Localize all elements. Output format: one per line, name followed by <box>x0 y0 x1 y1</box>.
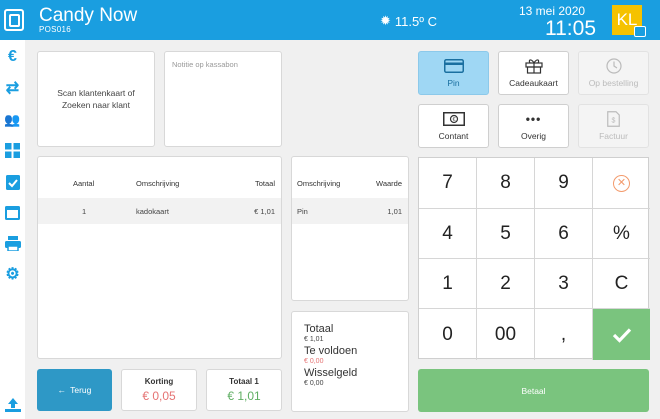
key-00[interactable]: 00 <box>477 309 535 360</box>
settings-icon[interactable]: ⚙ <box>3 264 22 283</box>
col-header-value: Waarde <box>376 179 402 188</box>
note-placeholder: Notitie op kassabon <box>172 60 238 69</box>
pay-method-giftcard-button[interactable]: Cadeaukaart <box>498 51 569 95</box>
date: 13 mei 2020 <box>519 4 586 18</box>
app-title: Candy Now <box>39 5 138 26</box>
key-9[interactable]: 9 <box>535 158 593 209</box>
clipboard-check-icon[interactable] <box>3 172 22 191</box>
discount-box[interactable]: Korting € 0,05 <box>121 369 197 411</box>
lock-icon <box>634 26 646 37</box>
row-total: € 1,01 <box>254 207 275 216</box>
key-8[interactable]: 8 <box>477 158 535 209</box>
payments-table: Omschrijving Waarde Pin 1,01 <box>291 156 409 301</box>
key-6[interactable]: 6 <box>535 209 593 259</box>
row-value: 1,01 <box>387 207 402 216</box>
key-3[interactable]: 3 <box>535 259 593 309</box>
pay-method-cash-button[interactable]: € Contant <box>418 104 489 148</box>
key-comma[interactable]: , <box>535 309 593 360</box>
discount-value: € 0,05 <box>142 389 176 403</box>
scan-text-line2: Zoeken naar klant <box>61 100 131 110</box>
pin-label: Pin <box>447 77 460 88</box>
dots-icon: ••• <box>525 111 542 126</box>
key-1[interactable]: 1 <box>419 259 477 309</box>
pay-button[interactable]: Betaal <box>418 369 649 412</box>
other-label: Overig <box>520 130 547 141</box>
sun-icon: ✹ <box>380 13 391 28</box>
pay-method-invoice-button[interactable]: $ Factuur <box>578 104 649 148</box>
transfer-icon[interactable]: ⇄ <box>3 78 22 97</box>
customers-icon[interactable]: 👥 <box>3 110 22 129</box>
totals-summary: Totaal € 1,01 Te voldoen € 0,00 Wisselge… <box>291 311 409 412</box>
printer-icon[interactable] <box>3 234 22 253</box>
total1-box: Totaal 1 € 1,01 <box>206 369 282 411</box>
key-7[interactable]: 7 <box>419 158 477 209</box>
svg-text:€: € <box>452 117 455 123</box>
discount-label: Korting <box>144 377 174 386</box>
items-table: Aantal Omschrijving Totaal 1 kadokaart €… <box>37 156 282 359</box>
change-label: Wisselgeld <box>304 367 358 379</box>
key-5[interactable]: 5 <box>477 209 535 259</box>
col-header-description: Omschrijving <box>297 179 341 188</box>
key-0[interactable]: 0 <box>419 309 477 360</box>
svg-text:$: $ <box>612 117 616 124</box>
shopping-bag-icon[interactable] <box>4 9 24 31</box>
clock-time: 11:05 <box>545 17 596 40</box>
pay-method-pin-button[interactable]: Pin <box>418 51 489 95</box>
total-value: € 1,01 <box>304 336 324 343</box>
row-qty: 1 <box>82 207 87 216</box>
amount-due-label: Te voldoen <box>304 345 358 357</box>
key-2[interactable]: 2 <box>477 259 535 309</box>
giftcard-label: Cadeaukaart <box>509 77 558 88</box>
key-percent[interactable]: % <box>593 209 650 259</box>
pay-method-on-order-button[interactable]: Op bestelling <box>578 51 649 95</box>
gift-icon <box>524 58 543 74</box>
calendar-icon[interactable] <box>3 203 22 222</box>
total1-value: € 1,01 <box>227 389 261 403</box>
back-button[interactable]: ← Terug <box>37 369 112 411</box>
banknote-icon: € <box>442 111 465 126</box>
total-label: Totaal <box>304 323 334 335</box>
dashboard-icon[interactable] <box>3 141 22 160</box>
euro-icon[interactable]: € <box>3 47 22 66</box>
change-value: € 0,00 <box>304 380 324 387</box>
receipt-note-field[interactable]: Notitie op kassabon <box>164 51 282 147</box>
numeric-keypad: 7 8 9 ✕ 4 5 6 % 1 2 3 C 0 00 , <box>418 157 650 360</box>
amount-due-value: € 0,00 <box>304 358 324 365</box>
col-header-total: Totaal <box>254 179 275 188</box>
check-icon <box>612 327 631 343</box>
pay-method-other-button[interactable]: ••• Overig <box>498 104 569 148</box>
confirm-button[interactable] <box>593 309 650 360</box>
invoice-icon: $ <box>607 110 620 127</box>
temperature: 11.5º C <box>394 13 437 29</box>
upload-icon[interactable] <box>3 395 22 414</box>
clock-icon <box>605 57 622 74</box>
scan-customer-card[interactable]: Scan klantenkaart of Zoeken naar klant <box>37 51 155 147</box>
scan-text-line1: Scan klantenkaart of <box>57 88 135 98</box>
close-circle-icon: ✕ <box>613 174 630 192</box>
card-icon <box>443 58 464 73</box>
weather: ✹ 11.5º C <box>380 13 437 29</box>
on-order-label: Op bestelling <box>588 77 639 88</box>
register-id: POS016 <box>39 25 72 34</box>
invoice-label: Factuur <box>599 130 628 141</box>
key-clear[interactable]: C <box>593 259 650 309</box>
col-header-qty: Aantal <box>73 179 95 188</box>
col-header-description: Omschrijving <box>136 179 180 188</box>
total1-label: Totaal 1 <box>229 377 259 386</box>
back-label: Terug <box>70 385 92 395</box>
arrow-left-icon: ← <box>57 385 67 395</box>
row-description: kadokaart <box>136 207 169 216</box>
cash-label: Contant <box>438 130 469 141</box>
clear-entry-button[interactable]: ✕ <box>593 158 650 209</box>
row-description: Pin <box>297 207 308 216</box>
key-4[interactable]: 4 <box>419 209 477 259</box>
